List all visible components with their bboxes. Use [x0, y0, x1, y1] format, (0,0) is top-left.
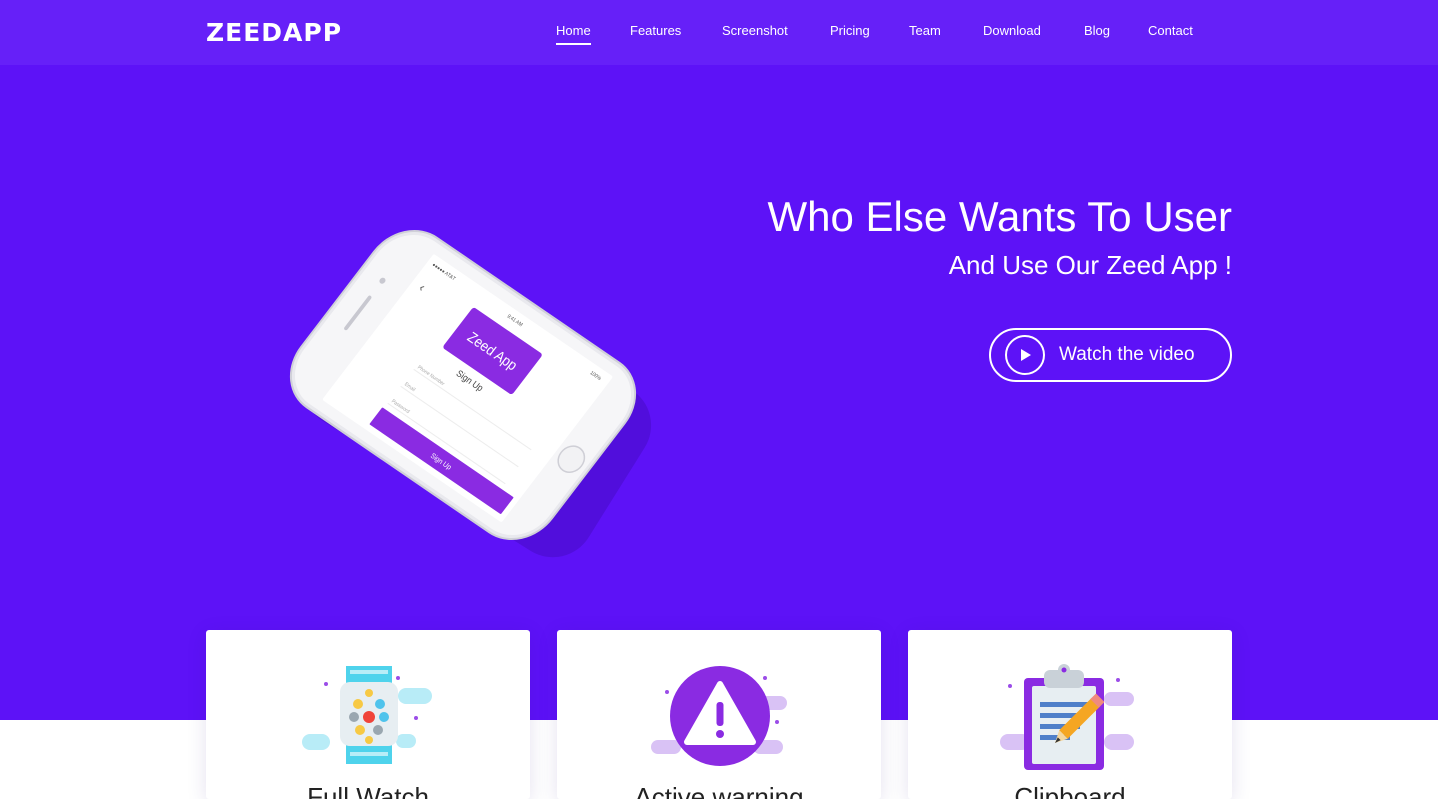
hero-subtitle: And Use Our Zeed App ! [948, 250, 1232, 280]
nav-screenshot[interactable]: Screenshot [722, 23, 788, 43]
feature-card[interactable]: Clipboard [908, 630, 1232, 799]
watch-icon [298, 660, 438, 775]
nav-features[interactable]: Features [630, 23, 681, 43]
nav-blog[interactable]: Blog [1084, 23, 1110, 43]
play-icon [1005, 335, 1045, 375]
nav-pricing[interactable]: Pricing [830, 23, 870, 43]
watch-video-button[interactable]: Watch the video [989, 328, 1232, 382]
phone-illustration: ●●●●● AT&T 9:41 AM 100% Zeed App Sign Up… [289, 229, 652, 558]
card-title: Full Watch [307, 782, 429, 799]
phone-mockup: ●●●●● AT&T 9:41 AM 100% Zeed App Sign Up… [215, 195, 715, 575]
brand-logo[interactable]: ZEEDAPP [206, 18, 342, 47]
nav-contact[interactable]: Contact [1148, 23, 1193, 43]
feature-card[interactable]: Active warning [557, 630, 881, 799]
hero-title: Who Else Wants To User [767, 193, 1232, 240]
watch-video-label: Watch the video [1059, 344, 1195, 365]
warning-icon [649, 660, 789, 775]
feature-card[interactable]: Full Watch [206, 630, 530, 799]
nav-download[interactable]: Download [983, 23, 1041, 43]
hero-section: ZEEDAPP Home Features Screenshot Pricing… [0, 0, 1438, 720]
clipboard-icon [1000, 660, 1140, 775]
nav-home[interactable]: Home [556, 23, 591, 45]
card-title: Active warning [634, 782, 804, 799]
card-title: Clipboard [1014, 782, 1126, 799]
navbar: ZEEDAPP Home Features Screenshot Pricing… [0, 0, 1438, 65]
nav-team[interactable]: Team [909, 23, 941, 43]
